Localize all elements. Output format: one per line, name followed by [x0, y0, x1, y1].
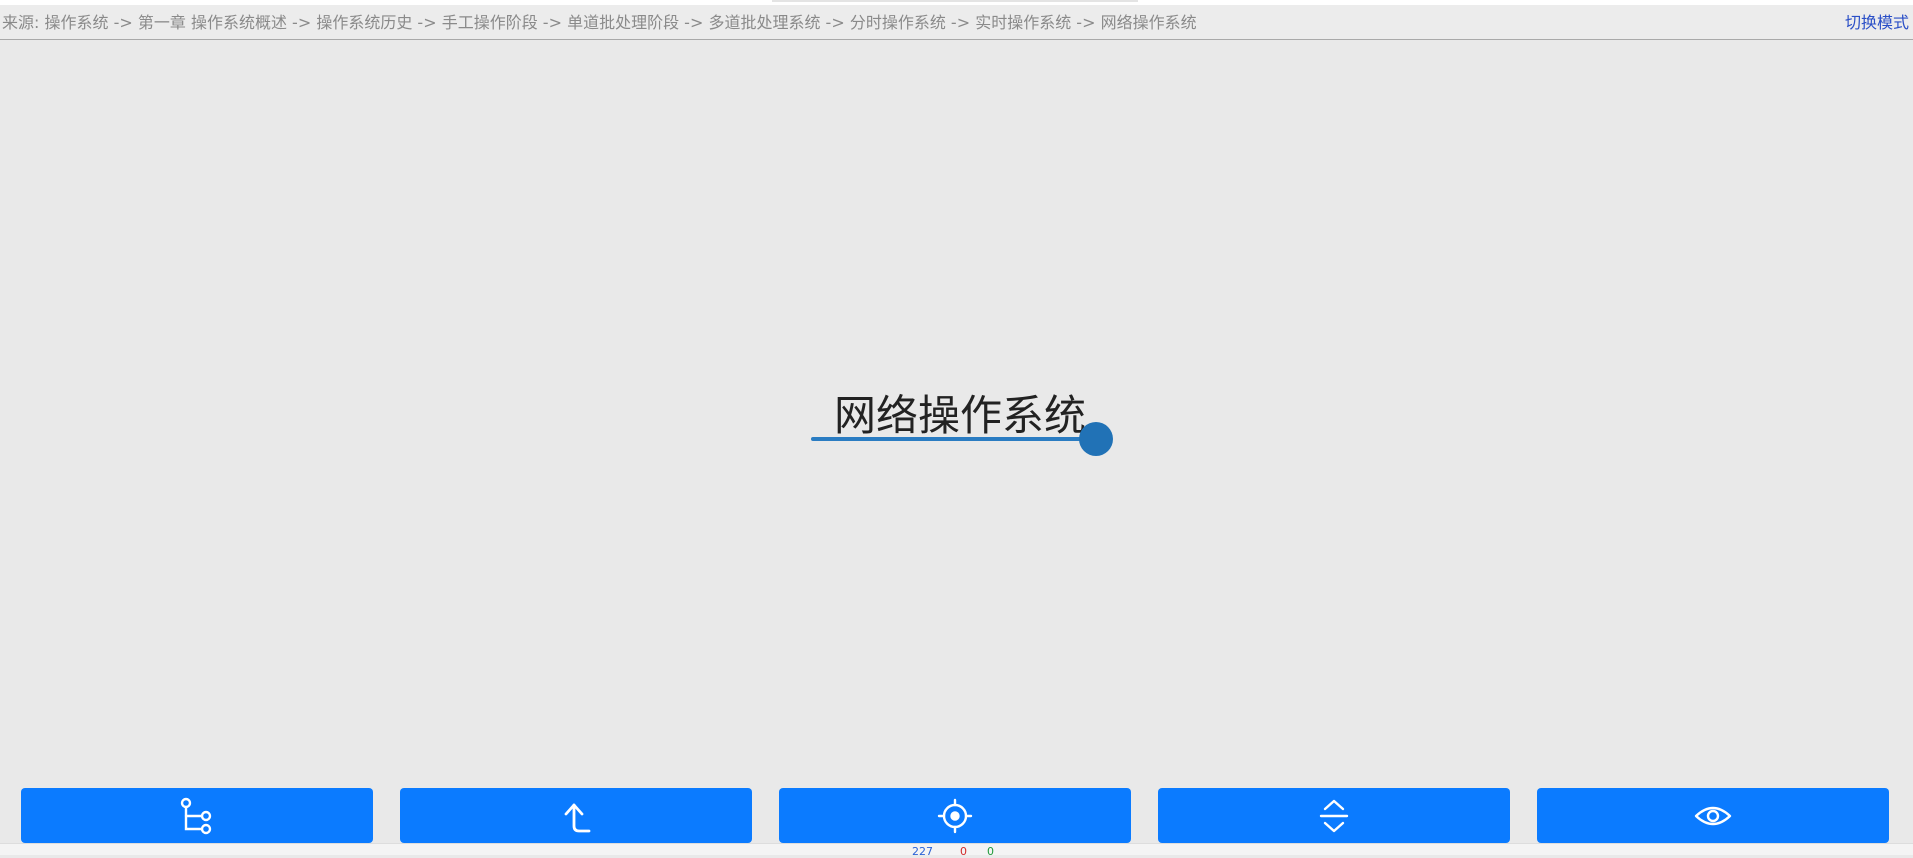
go-parent-button[interactable]: [400, 788, 752, 843]
locate-node-button[interactable]: [779, 788, 1131, 843]
breadcrumb-item[interactable]: 第一章 操作系统概述: [138, 13, 287, 32]
breadcrumb-item[interactable]: 手工操作阶段: [442, 13, 538, 32]
counter-red: 0: [960, 845, 967, 858]
breadcrumb-item-current[interactable]: 网络操作系统: [1101, 13, 1197, 32]
node-expand-dot[interactable]: [1079, 422, 1113, 456]
breadcrumb-item[interactable]: 单道批处理阶段: [567, 13, 679, 32]
breadcrumb-separator: ->: [825, 13, 850, 32]
breadcrumb-separator: ->: [1076, 13, 1101, 32]
tree-structure-icon: [180, 797, 212, 834]
top-edge-notch: [772, 0, 1138, 2]
view-button[interactable]: [1537, 788, 1889, 843]
node-title[interactable]: 网络操作系统: [834, 391, 1086, 441]
arrow-up-back-icon: [564, 803, 591, 832]
breadcrumb-bar: 来源: 操作系统 -> 第一章 操作系统概述 -> 操作系统历史 -> 手工操作…: [0, 5, 1913, 40]
target-locate-icon: [937, 798, 973, 833]
breadcrumb-separator: ->: [292, 13, 317, 32]
breadcrumb-item[interactable]: 操作系统历史: [316, 13, 412, 32]
breadcrumb-item[interactable]: 分时操作系统: [850, 13, 946, 32]
counter-blue: 227: [912, 845, 933, 858]
expand-collapse-icon: [1319, 799, 1349, 832]
breadcrumb-prefix: 来源:: [2, 13, 45, 32]
breadcrumb-separator: ->: [417, 13, 442, 32]
counter-green: 0: [987, 845, 994, 858]
breadcrumb-separator: ->: [684, 13, 709, 32]
breadcrumb-separator: ->: [113, 13, 138, 32]
breadcrumb-separator: ->: [542, 13, 568, 32]
breadcrumb-separator: ->: [950, 13, 976, 32]
bottom-toolbar: [0, 780, 1913, 844]
breadcrumb-item[interactable]: 多道批处理系统: [708, 13, 820, 32]
eye-icon: [1694, 806, 1732, 825]
expand-collapse-button[interactable]: [1158, 788, 1510, 843]
switch-mode-link[interactable]: 切换模式: [1845, 13, 1909, 33]
footer-status: 227 0 0: [0, 843, 1913, 858]
breadcrumb: 来源: 操作系统 -> 第一章 操作系统概述 -> 操作系统历史 -> 手工操作…: [2, 13, 1197, 33]
node-underline: [811, 437, 1088, 441]
tree-view-button[interactable]: [21, 788, 373, 843]
breadcrumb-item[interactable]: 操作系统: [44, 13, 108, 32]
breadcrumb-item[interactable]: 实时操作系统: [975, 13, 1071, 32]
